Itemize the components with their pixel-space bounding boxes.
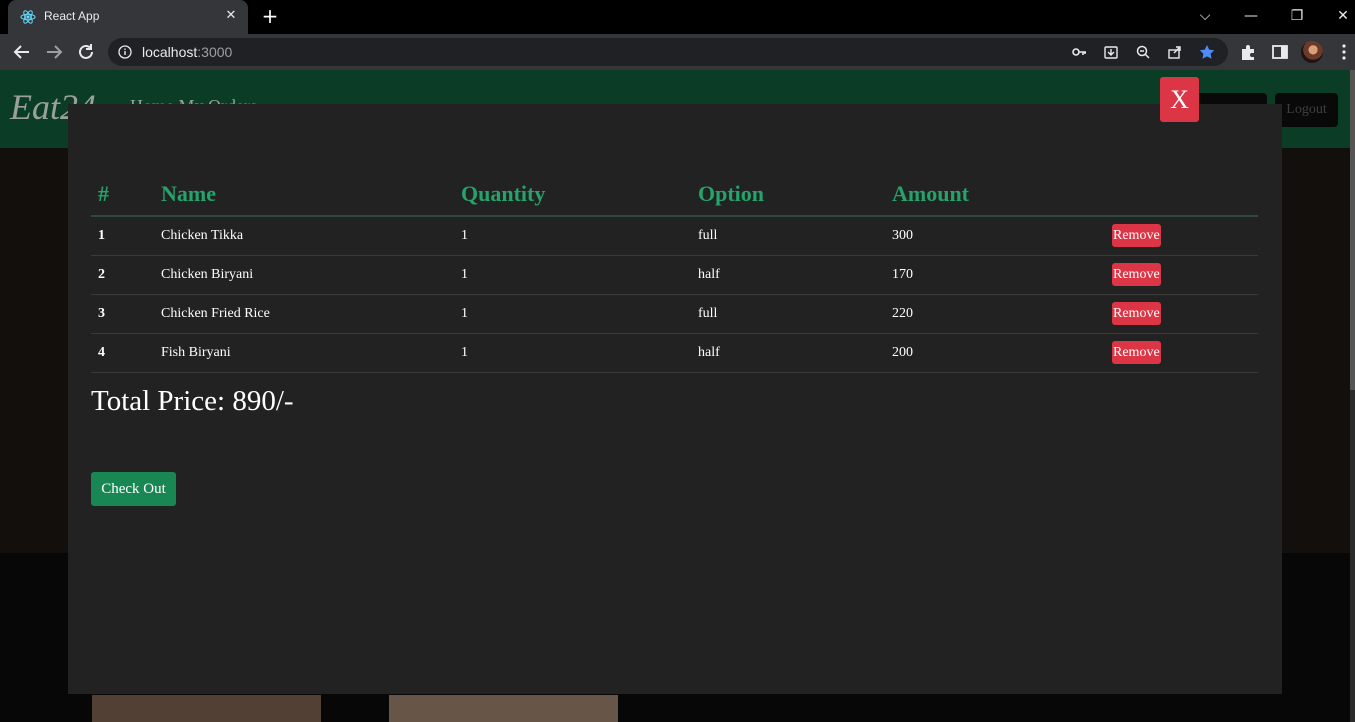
- close-modal-button[interactable]: X: [1160, 77, 1199, 122]
- row-number: 1: [91, 216, 154, 256]
- react-logo-icon: [20, 10, 36, 24]
- install-app-icon[interactable]: [1103, 44, 1119, 60]
- column-header-option: Option: [691, 172, 885, 217]
- new-tab-button[interactable]: +: [259, 5, 281, 27]
- column-header-quantity: Quantity: [454, 172, 691, 217]
- item-name: Chicken Biryani: [154, 255, 454, 295]
- reload-icon[interactable]: [75, 41, 97, 63]
- item-amount: 200: [885, 333, 1105, 373]
- row-number: 3: [91, 294, 154, 334]
- item-name: Chicken Fried Rice: [154, 294, 454, 334]
- item-name: Chicken Tikka: [154, 216, 454, 256]
- key-icon[interactable]: [1071, 44, 1087, 60]
- profile-avatar[interactable]: [1301, 41, 1323, 63]
- checkout-button[interactable]: Check Out: [91, 472, 176, 506]
- page-scrollbar[interactable]: [1350, 70, 1355, 722]
- tab-title: React App: [44, 9, 100, 23]
- item-quantity: 1: [454, 255, 691, 295]
- browser-menu-icon[interactable]: [1335, 43, 1353, 61]
- remove-button[interactable]: Remove: [1112, 341, 1161, 364]
- column-header-name: Name: [154, 172, 454, 217]
- cart-modal: # Name Quantity Option Amount 1 Chicken …: [68, 104, 1282, 694]
- remove-button[interactable]: Remove: [1112, 302, 1161, 325]
- column-header-number: #: [91, 172, 154, 217]
- browser-toolbar: localhost:3000: [0, 34, 1355, 70]
- row-action: Remove: [1105, 216, 1258, 256]
- item-name: Fish Biryani: [154, 333, 454, 373]
- zoom-out-icon[interactable]: [1135, 44, 1151, 60]
- browser-tab-strip: React App ✕ + ⌵ — ❐ ✕: [0, 0, 1355, 34]
- site-info-icon[interactable]: [118, 45, 132, 59]
- item-option: half: [691, 255, 885, 295]
- column-header-amount: Amount: [885, 172, 1105, 217]
- total-price: Total Price: 890/-: [91, 385, 294, 417]
- minimize-button[interactable]: —: [1236, 4, 1266, 28]
- item-amount: 170: [885, 255, 1105, 295]
- tab-close-icon[interactable]: ✕: [222, 7, 240, 25]
- row-action: Remove: [1105, 333, 1258, 373]
- side-panel-icon[interactable]: [1271, 43, 1289, 61]
- restore-button[interactable]: ❐: [1282, 4, 1312, 28]
- extensions-icon[interactable]: [1239, 43, 1257, 61]
- remove-button[interactable]: Remove: [1112, 263, 1161, 286]
- table-row: 4 Fish Biryani 1 half 200 Remove: [91, 333, 1258, 373]
- item-amount: 300: [885, 216, 1105, 256]
- item-quantity: 1: [454, 294, 691, 334]
- table-row: 1 Chicken Tikka 1 full 300 Remove: [91, 216, 1258, 256]
- item-quantity: 1: [454, 216, 691, 256]
- remove-button[interactable]: Remove: [1112, 224, 1161, 248]
- row-number: 4: [91, 333, 154, 373]
- row-number: 2: [91, 255, 154, 295]
- row-action: Remove: [1105, 294, 1258, 334]
- url-text: localhost:3000: [142, 44, 233, 60]
- item-option: half: [691, 333, 885, 373]
- item-quantity: 1: [454, 333, 691, 373]
- table-row: 2 Chicken Biryani 1 half 170 Remove: [91, 255, 1258, 295]
- table-row: 3 Chicken Fried Rice 1 full 220 Remove: [91, 294, 1258, 334]
- cart-table-header: # Name Quantity Option Amount: [91, 172, 1258, 217]
- close-window-button[interactable]: ✕: [1328, 4, 1355, 28]
- column-header-action: [1105, 172, 1258, 217]
- address-bar[interactable]: localhost:3000: [108, 38, 1228, 66]
- cart-table: # Name Quantity Option Amount 1 Chicken …: [91, 172, 1258, 373]
- page-viewport: Eat24 Home My Orders My Cart Logout # Na…: [0, 70, 1355, 722]
- back-arrow-icon[interactable]: [11, 41, 33, 63]
- forward-arrow-icon[interactable]: [43, 41, 65, 63]
- scrollbar-thumb[interactable]: [1350, 70, 1355, 390]
- bookmark-star-icon[interactable]: [1199, 44, 1215, 60]
- tab-search-chevron-icon[interactable]: ⌵: [1190, 4, 1220, 28]
- item-amount: 220: [885, 294, 1105, 334]
- item-option: full: [691, 216, 885, 256]
- share-icon[interactable]: [1167, 44, 1183, 60]
- item-option: full: [691, 294, 885, 334]
- browser-tab[interactable]: React App ✕: [8, 0, 248, 34]
- row-action: Remove: [1105, 255, 1258, 295]
